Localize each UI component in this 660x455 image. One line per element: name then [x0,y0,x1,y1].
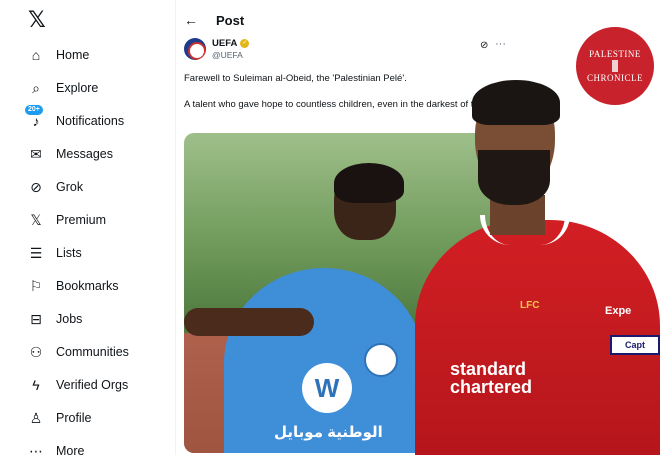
captain-armband: Capt [610,335,660,355]
bookmark-icon: ⚐ [29,277,43,294]
club-badge: LFC [520,300,540,311]
sidebar-item-explore[interactable]: ⌕ Explore [28,76,98,100]
sidebar-item-communities[interactable]: ⚇ Communities [28,340,129,364]
sidebar-item-more[interactable]: ⋯ More [28,439,84,455]
map-silhouette-icon [612,60,618,72]
sponsor-logo: W [302,363,352,413]
player-hair [334,163,404,203]
sidebar-item-grok[interactable]: ⊘ Grok [28,175,83,199]
sidebar-item-label: Lists [56,246,82,260]
sidebar-item-label: Bookmarks [56,279,119,293]
player-arm [184,308,314,336]
avatar[interactable] [184,38,206,60]
search-icon: ⌕ [32,79,40,96]
people-icon: ⚇ [29,343,43,360]
sidebar-item-label: Home [56,48,90,62]
author-name[interactable]: UEFA ✓ [212,38,250,49]
sidebar-item-verified-orgs[interactable]: ϟ Verified Orgs [28,373,128,397]
briefcase-icon: ⊟ [30,310,42,327]
shirt-sponsor: standard chartered [450,359,533,397]
envelope-icon: ✉ [30,145,42,162]
overlay-hair [472,80,560,125]
sleeve-sponsor: Expe [605,305,632,317]
x-premium-icon: 𝕏 [30,211,42,228]
column-divider [175,0,176,455]
palestine-chronicle-logo: PALESTINE CHRONICLE [576,27,654,105]
home-icon: ⌂ [31,47,41,63]
sponsor-arabic-text: الوطنية موبايل [274,424,383,441]
sidebar-item-label: Verified Orgs [56,378,129,392]
list-icon: ☰ [29,244,43,261]
sidebar-item-messages[interactable]: ✉ Messages [28,142,113,166]
bell-icon: ♪ 20+ [25,105,44,129]
more-options-icon[interactable]: ··· [495,38,506,50]
sidebar-item-profile[interactable]: ♙ Profile [28,406,92,430]
club-crest [364,343,398,377]
sidebar-item-label: Explore [56,81,99,95]
sidebar-item-label: Communities [56,345,129,359]
grok-icon: ⊘ [30,178,42,195]
sidebar-item-notifications[interactable]: ♪ 20+ Notifications [25,105,125,133]
back-arrow-icon[interactable]: ← [184,12,198,28]
sidebar-item-premium[interactable]: 𝕏 Premium [28,208,106,232]
post-header: ← Post [184,12,244,28]
sidebar-item-lists[interactable]: ☰ Lists [28,241,82,265]
sidebar-item-label: Profile [56,411,92,425]
sidebar-item-label: Jobs [56,312,83,326]
sidebar-item-bookmarks[interactable]: ⚐ Bookmarks [28,274,119,298]
author-handle[interactable]: @UEFA [212,50,243,60]
grok-explain-icon[interactable]: ⊘ [480,40,488,51]
overlay-player-image: LFC standard chartered Expe Capt [410,80,660,455]
person-icon: ♙ [29,409,43,426]
sidebar-item-home[interactable]: ⌂ Home [28,43,90,67]
sidebar: 𝕏 ⌂ Home ⌕ Explore ♪ 20+ Notifications ✉… [0,0,170,455]
sidebar-item-label: Grok [56,180,84,194]
lightning-icon: ϟ [32,377,40,393]
page-title: Post [216,12,245,28]
sidebar-item-label: Premium [56,213,107,227]
sidebar-item-label: Notifications [56,114,125,128]
verified-badge-icon: ✓ [240,39,250,48]
sidebar-item-jobs[interactable]: ⊟ Jobs [28,307,82,331]
overlay-beard [478,150,550,205]
sidebar-item-label: More [56,444,85,455]
x-logo-icon[interactable]: 𝕏 [28,9,48,31]
sidebar-item-label: Messages [56,147,113,161]
more-icon: ⋯ [29,442,43,455]
notification-count-badge: 20+ [25,105,43,115]
